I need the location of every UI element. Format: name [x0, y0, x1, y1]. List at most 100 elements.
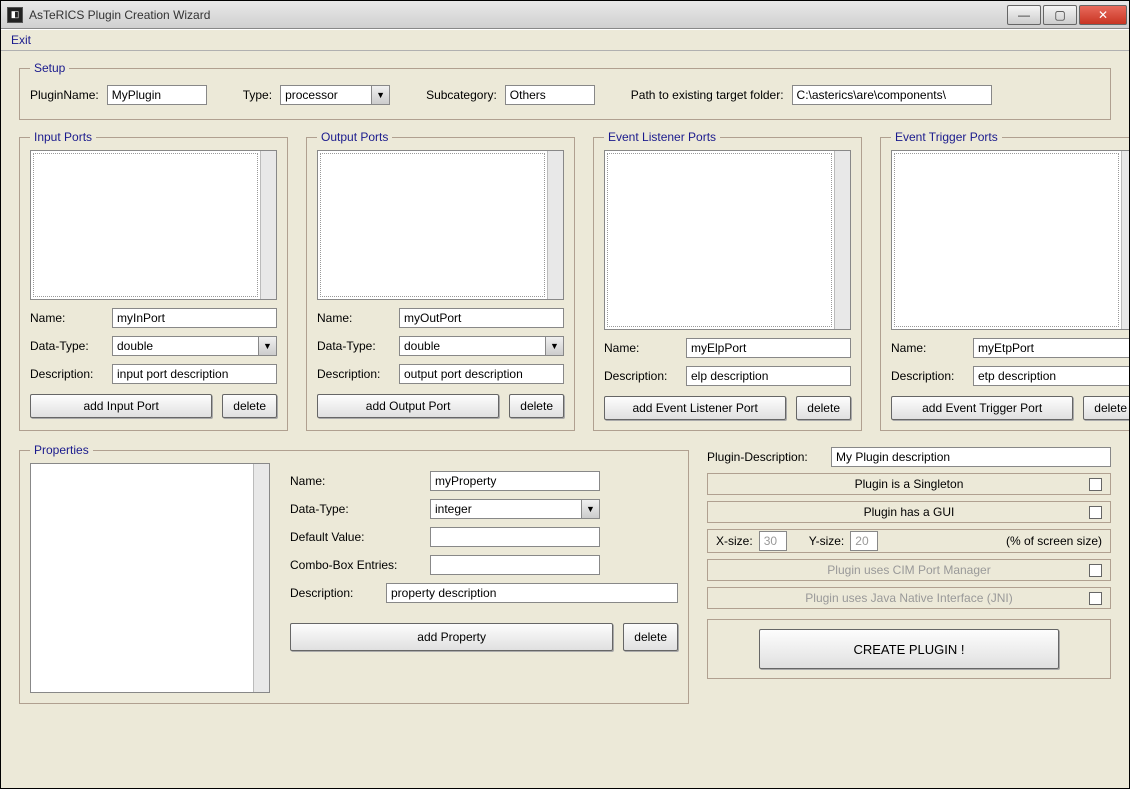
singleton-row[interactable]: Plugin is a Singleton — [707, 473, 1111, 495]
out-name-input[interactable] — [399, 308, 564, 328]
elp-name-input[interactable] — [686, 338, 851, 358]
out-desc-label: Description: — [317, 367, 395, 381]
scrollbar[interactable] — [260, 151, 276, 299]
pluginname-label: PluginName: — [30, 88, 99, 102]
content-panel: Setup PluginName: Type: processor ▼ Subc… — [1, 51, 1129, 788]
titlebar: ◧ AsTeRICS Plugin Creation Wizard — ▢ ✕ — [1, 1, 1129, 29]
etp-name-label: Name: — [891, 341, 969, 355]
path-input[interactable] — [792, 85, 992, 105]
gui-checkbox[interactable] — [1089, 506, 1102, 519]
xy-size-row: X-size: Y-size: (% of screen size) — [707, 529, 1111, 553]
plugin-options-panel: Plugin-Description: Plugin is a Singleto… — [707, 443, 1111, 679]
prop-combo-input[interactable] — [430, 555, 600, 575]
add-elp-button[interactable]: add Event Listener Port — [604, 396, 786, 420]
in-desc-label: Description: — [30, 367, 108, 381]
event-listener-ports-group: Event Listener Ports Name: Description: … — [593, 130, 862, 431]
prop-default-label: Default Value: — [290, 530, 382, 544]
properties-legend: Properties — [30, 443, 93, 457]
chevron-down-icon: ▼ — [581, 500, 599, 518]
elp-name-label: Name: — [604, 341, 682, 355]
subcategory-input[interactable] — [505, 85, 595, 105]
cim-checkbox[interactable] — [1089, 564, 1102, 577]
elp-legend: Event Listener Ports — [604, 130, 720, 144]
gui-row[interactable]: Plugin has a GUI — [707, 501, 1111, 523]
etp-desc-input[interactable] — [973, 366, 1129, 386]
plugin-desc-input[interactable] — [831, 447, 1111, 467]
elp-desc-label: Description: — [604, 369, 682, 383]
prop-desc-label: Description: — [290, 586, 382, 600]
app-icon: ◧ — [7, 7, 23, 23]
scrollbar[interactable] — [547, 151, 563, 299]
gui-label: Plugin has a GUI — [864, 505, 955, 519]
add-etp-button[interactable]: add Event Trigger Port — [891, 396, 1073, 420]
properties-group: Properties Name: — [19, 443, 689, 704]
output-ports-list[interactable] — [317, 150, 564, 300]
pluginname-input[interactable] — [107, 85, 207, 105]
subcategory-label: Subcategory: — [426, 88, 497, 102]
input-ports-list[interactable] — [30, 150, 277, 300]
close-button[interactable]: ✕ — [1079, 5, 1127, 25]
type-select[interactable]: processor ▼ — [280, 85, 390, 105]
out-datatype-select[interactable]: double ▼ — [399, 336, 564, 356]
delete-input-port-button[interactable]: delete — [222, 394, 277, 418]
scrollbar[interactable] — [1121, 151, 1129, 329]
add-property-button[interactable]: add Property — [290, 623, 613, 651]
prop-desc-input[interactable] — [386, 583, 678, 603]
prop-datatype-label: Data-Type: — [290, 502, 382, 516]
menu-exit[interactable]: Exit — [5, 31, 37, 49]
add-input-port-button[interactable]: add Input Port — [30, 394, 212, 418]
menubar: Exit — [1, 29, 1129, 51]
path-label: Path to existing target folder: — [631, 88, 784, 102]
chevron-down-icon: ▼ — [545, 337, 563, 355]
output-ports-group: Output Ports Name: Data-Type: double ▼ — [306, 130, 575, 431]
delete-elp-button[interactable]: delete — [796, 396, 851, 420]
etp-desc-label: Description: — [891, 369, 969, 383]
prop-datatype-select[interactable]: integer ▼ — [430, 499, 600, 519]
setup-group: Setup PluginName: Type: processor ▼ Subc… — [19, 61, 1111, 120]
out-datatype-label: Data-Type: — [317, 339, 395, 353]
input-ports-legend: Input Ports — [30, 130, 96, 144]
scrollbar[interactable] — [834, 151, 850, 329]
delete-output-port-button[interactable]: delete — [509, 394, 564, 418]
xsize-label: X-size: — [716, 534, 753, 548]
event-trigger-ports-group: Event Trigger Ports Name: Description: a… — [880, 130, 1129, 431]
create-plugin-button[interactable]: CREATE PLUGIN ! — [759, 629, 1059, 669]
in-desc-input[interactable] — [112, 364, 277, 384]
type-label: Type: — [243, 88, 272, 102]
pct-label: (% of screen size) — [884, 534, 1102, 548]
in-datatype-select[interactable]: double ▼ — [112, 336, 277, 356]
in-name-input[interactable] — [112, 308, 277, 328]
elp-list[interactable] — [604, 150, 851, 330]
jni-row[interactable]: Plugin uses Java Native Interface (JNI) — [707, 587, 1111, 609]
prop-combo-label: Combo-Box Entries: — [290, 558, 410, 572]
maximize-button[interactable]: ▢ — [1043, 5, 1077, 25]
etp-legend: Event Trigger Ports — [891, 130, 1002, 144]
plugin-desc-label: Plugin-Description: — [707, 450, 827, 464]
ysize-input[interactable] — [850, 531, 878, 551]
out-desc-input[interactable] — [399, 364, 564, 384]
chevron-down-icon: ▼ — [371, 86, 389, 104]
minimize-button[interactable]: — — [1007, 5, 1041, 25]
jni-checkbox[interactable] — [1089, 592, 1102, 605]
prop-name-input[interactable] — [430, 471, 600, 491]
prop-default-input[interactable] — [430, 527, 600, 547]
singleton-label: Plugin is a Singleton — [855, 477, 964, 491]
create-plugin-cell: CREATE PLUGIN ! — [707, 619, 1111, 679]
cim-label: Plugin uses CIM Port Manager — [827, 563, 990, 577]
ysize-label: Y-size: — [809, 534, 845, 548]
singleton-checkbox[interactable] — [1089, 478, 1102, 491]
out-name-label: Name: — [317, 311, 395, 325]
delete-etp-button[interactable]: delete — [1083, 396, 1129, 420]
add-output-port-button[interactable]: add Output Port — [317, 394, 499, 418]
elp-desc-input[interactable] — [686, 366, 851, 386]
cim-row[interactable]: Plugin uses CIM Port Manager — [707, 559, 1111, 581]
app-window: ◧ AsTeRICS Plugin Creation Wizard — ▢ ✕ … — [0, 0, 1130, 789]
etp-name-input[interactable] — [973, 338, 1129, 358]
output-ports-legend: Output Ports — [317, 130, 392, 144]
properties-list[interactable] — [30, 463, 270, 693]
etp-list[interactable] — [891, 150, 1129, 330]
delete-property-button[interactable]: delete — [623, 623, 678, 651]
scrollbar[interactable] — [253, 464, 269, 692]
xsize-input[interactable] — [759, 531, 787, 551]
in-datatype-label: Data-Type: — [30, 339, 108, 353]
